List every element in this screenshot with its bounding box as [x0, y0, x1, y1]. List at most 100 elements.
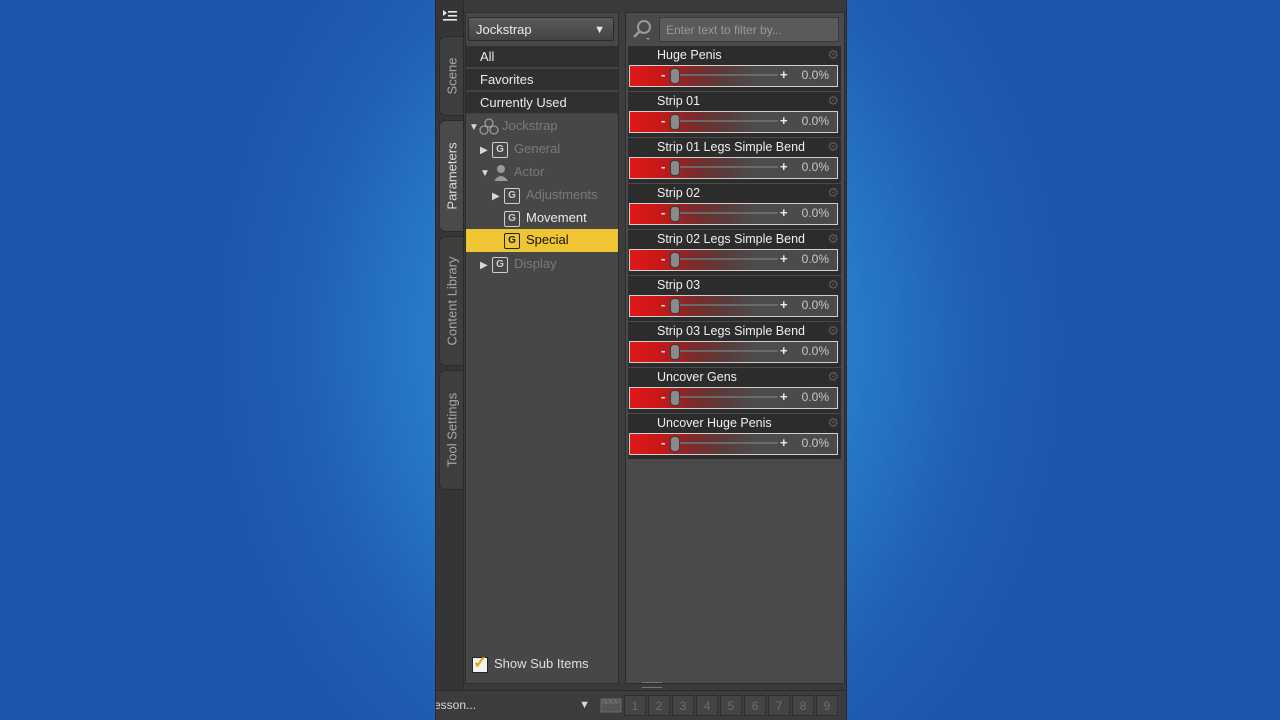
parameter-value[interactable]: 0.0% — [802, 250, 829, 269]
tree-item-root[interactable]: ▼ Jockstrap — [469, 115, 558, 137]
increment-icon[interactable]: + — [780, 388, 788, 406]
decrement-icon[interactable]: - — [661, 66, 665, 84]
show-sub-items-checkbox[interactable]: Show Sub Items — [472, 654, 589, 673]
slider-track[interactable] — [670, 258, 778, 260]
keyframe-slot-button[interactable]: 5 — [720, 695, 742, 716]
tree-item-special[interactable]: G Special — [502, 229, 569, 251]
keyframe-slot-button[interactable]: 1 — [624, 695, 646, 716]
expand-arrow-icon[interactable]: ▶ — [480, 255, 490, 277]
increment-icon[interactable]: + — [780, 296, 788, 314]
quick-item-favorites[interactable]: Favorites — [466, 69, 618, 91]
increment-icon[interactable]: + — [780, 112, 788, 130]
gear-icon[interactable]: ⚙ — [827, 232, 839, 246]
slider-track[interactable] — [670, 74, 778, 76]
expand-arrow-icon[interactable]: ▶ — [480, 140, 490, 162]
slider-thumb[interactable] — [670, 436, 680, 452]
slider-thumb[interactable] — [670, 114, 680, 130]
expand-arrow-icon[interactable]: ▼ — [480, 163, 490, 185]
decrement-icon[interactable]: - — [661, 434, 665, 452]
resize-grip[interactable] — [642, 682, 662, 688]
parameter-value[interactable]: 0.0% — [802, 66, 829, 85]
parameter-slider[interactable]: - +0.0% — [629, 65, 838, 87]
tree-item-special-selected[interactable]: G Special — [466, 229, 618, 252]
increment-icon[interactable]: + — [780, 342, 788, 360]
expand-arrow-icon[interactable]: ▼ — [469, 117, 479, 139]
parameter-slider[interactable]: - +0.0% — [629, 111, 838, 133]
decrement-icon[interactable]: - — [661, 158, 665, 176]
slider-track[interactable] — [670, 166, 778, 168]
tree-item-adjustments[interactable]: ▶ G Adjustments — [492, 184, 598, 206]
clapboard-icon[interactable] — [600, 697, 622, 713]
tab-parameters[interactable]: Parameters — [439, 120, 463, 232]
increment-icon[interactable]: + — [780, 434, 788, 452]
decrement-icon[interactable]: - — [661, 112, 665, 130]
slider-thumb[interactable] — [670, 160, 680, 176]
quick-item-all[interactable]: All — [466, 46, 618, 68]
keyframe-slot-button[interactable]: 4 — [696, 695, 718, 716]
gear-icon[interactable]: ⚙ — [827, 324, 839, 338]
decrement-icon[interactable]: - — [661, 296, 665, 314]
increment-icon[interactable]: + — [780, 250, 788, 268]
decrement-icon[interactable]: - — [661, 388, 665, 406]
parameter-value[interactable]: 0.0% — [802, 434, 829, 453]
node-selector-dropdown[interactable]: Jockstrap ▼ — [468, 17, 614, 41]
slider-thumb[interactable] — [670, 252, 680, 268]
keyframe-slot-button[interactable]: 8 — [792, 695, 814, 716]
increment-icon[interactable]: + — [780, 204, 788, 222]
parameter-value[interactable]: 0.0% — [802, 388, 829, 407]
slider-track[interactable] — [670, 350, 778, 352]
keyframe-slot-button[interactable]: 6 — [744, 695, 766, 716]
parameter-slider[interactable]: - +0.0% — [629, 203, 838, 225]
decrement-icon[interactable]: - — [661, 250, 665, 268]
slider-thumb[interactable] — [670, 344, 680, 360]
slider-thumb[interactable] — [670, 68, 680, 84]
quick-item-currently-used[interactable]: Currently Used — [466, 92, 618, 114]
slider-thumb[interactable] — [670, 298, 680, 314]
gear-icon[interactable]: ⚙ — [827, 94, 839, 108]
tab-scene[interactable]: Scene — [439, 36, 463, 116]
slider-track[interactable] — [670, 442, 778, 444]
gear-icon[interactable]: ⚙ — [827, 140, 839, 154]
slider-track[interactable] — [670, 304, 778, 306]
tree-item-display[interactable]: ▶ G Display — [480, 253, 557, 275]
parameter-slider[interactable]: - +0.0% — [629, 295, 838, 317]
expand-arrow-icon[interactable]: ▶ — [492, 186, 502, 208]
tree-item-actor[interactable]: ▼ Actor — [480, 161, 544, 183]
menu-icon[interactable] — [441, 9, 459, 25]
gear-icon[interactable]: ⚙ — [827, 416, 839, 430]
parameter-value[interactable]: 0.0% — [802, 296, 829, 315]
filter-search-input[interactable] — [659, 17, 839, 42]
decrement-icon[interactable]: - — [661, 204, 665, 222]
parameter-value[interactable]: 0.0% — [802, 158, 829, 177]
increment-icon[interactable]: + — [780, 158, 788, 176]
tree-item-general[interactable]: ▶ G General — [480, 138, 560, 160]
keyframe-slot-button[interactable]: 9 — [816, 695, 838, 716]
parameter-slider[interactable]: - +0.0% — [629, 341, 838, 363]
slider-thumb[interactable] — [670, 206, 680, 222]
parameter-value[interactable]: 0.0% — [802, 204, 829, 223]
slider-track[interactable] — [670, 396, 778, 398]
keyframe-slot-button[interactable]: 3 — [672, 695, 694, 716]
parameter-slider[interactable]: - +0.0% — [629, 433, 838, 455]
slider-track[interactable] — [670, 212, 778, 214]
parameter-value[interactable]: 0.0% — [802, 342, 829, 361]
tree-item-movement[interactable]: G Movement — [502, 207, 587, 229]
increment-icon[interactable]: + — [780, 66, 788, 84]
parameter-slider[interactable]: - +0.0% — [629, 387, 838, 409]
slider-track[interactable] — [670, 120, 778, 122]
tab-content-library[interactable]: Content Library — [439, 236, 463, 366]
keyframe-slot-button[interactable]: 2 — [648, 695, 670, 716]
gear-icon[interactable]: ⚙ — [827, 370, 839, 384]
tab-tool-settings[interactable]: Tool Settings — [439, 370, 463, 490]
parameter-slider[interactable]: - +0.0% — [629, 249, 838, 271]
parameter-value[interactable]: 0.0% — [802, 112, 829, 131]
lesson-dropdown[interactable]: esson... ▼ — [436, 695, 594, 716]
gear-icon[interactable]: ⚙ — [827, 48, 839, 62]
checkbox-checked-icon[interactable] — [472, 654, 488, 673]
keyframe-slot-button[interactable]: 7 — [768, 695, 790, 716]
parameter-slider[interactable]: - +0.0% — [629, 157, 838, 179]
slider-thumb[interactable] — [670, 390, 680, 406]
decrement-icon[interactable]: - — [661, 342, 665, 360]
search-icon[interactable] — [632, 19, 652, 41]
gear-icon[interactable]: ⚙ — [827, 278, 839, 292]
